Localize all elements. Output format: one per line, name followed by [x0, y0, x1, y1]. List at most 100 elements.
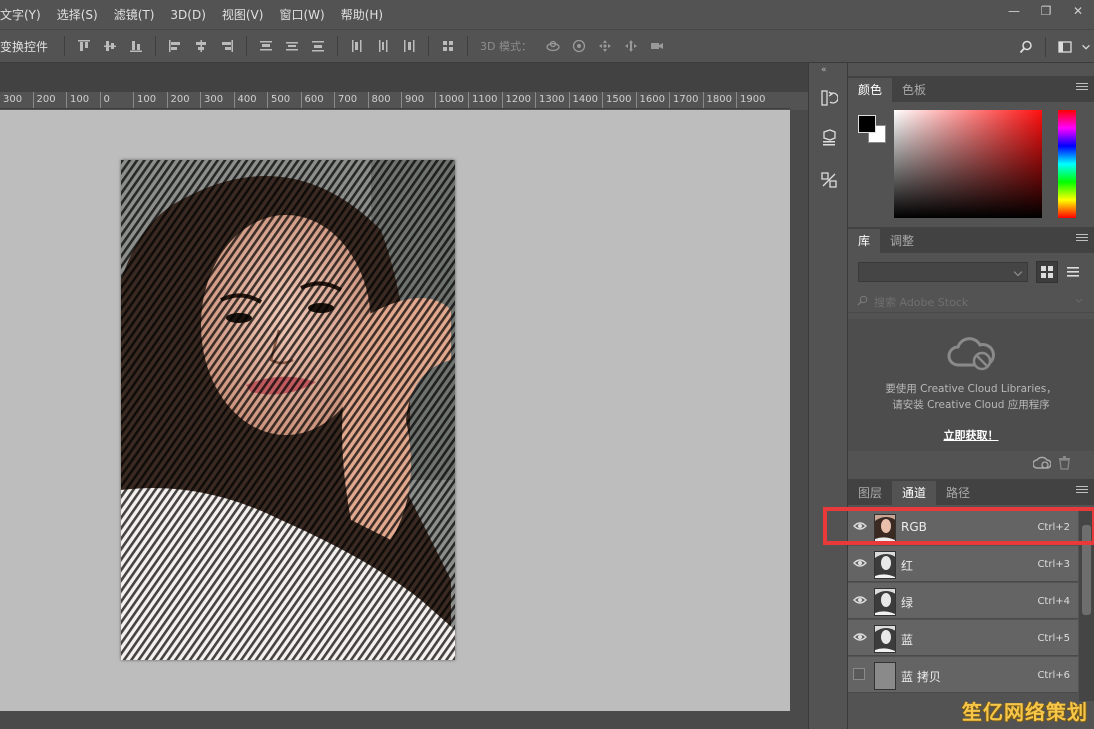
cc-sync-icon[interactable]: [1032, 456, 1052, 473]
search-dropdown-icon[interactable]: [1074, 295, 1084, 309]
tab-channels[interactable]: 通道: [892, 481, 937, 505]
3d-camera-icon[interactable]: [646, 35, 668, 57]
search-icon[interactable]: [1015, 36, 1037, 58]
menu-help[interactable]: 帮助(H): [333, 6, 391, 23]
close-icon[interactable]: ✕: [1062, 0, 1094, 22]
ruler-tick-label: 1300: [539, 94, 565, 105]
ruler-tick: [702, 92, 704, 108]
menu-filter[interactable]: 滤镜(T): [106, 6, 163, 23]
ruler-tick: [32, 92, 34, 108]
properties-icon[interactable]: [817, 168, 841, 192]
workspace-icon[interactable]: [1054, 36, 1076, 58]
tab-swatches[interactable]: 色板: [892, 78, 937, 102]
menu-bar: 文字(Y) 选择(S) 滤镜(T) 3D(D) 视图(V) 窗口(W) 帮助(H…: [0, 0, 1094, 29]
divider: [155, 36, 157, 56]
align-hcenter-icon[interactable]: [190, 35, 212, 57]
ruler-tick-label: 0: [103, 94, 110, 105]
ruler-tick-label: 500: [271, 94, 291, 105]
3d-slide-icon[interactable]: [620, 35, 642, 57]
menu-select[interactable]: 选择(S): [49, 6, 106, 23]
channels-panel-tabs: 图层 通道 路径: [848, 479, 1094, 505]
history-icon[interactable]: [817, 86, 841, 110]
channel-shortcut: Ctrl+3: [1037, 559, 1070, 570]
panel-menu-icon[interactable]: [1076, 484, 1088, 496]
channel-thumbnail: [874, 551, 896, 579]
tab-libraries[interactable]: 库: [848, 229, 881, 253]
align-top-icon[interactable]: [73, 35, 95, 57]
3d-orbit-icon[interactable]: [542, 35, 564, 57]
trash-icon[interactable]: [1058, 456, 1071, 473]
ruler-tick: [200, 92, 201, 108]
align-bottom-icon[interactable]: [125, 35, 147, 57]
list-view-icon[interactable]: [1062, 261, 1084, 283]
channel-row[interactable]: 红 Ctrl+3: [848, 546, 1078, 582]
distribute-hcenter-icon[interactable]: [372, 35, 394, 57]
ruler-tick: [501, 92, 503, 108]
canvas-horizontal-scrollbar[interactable]: [0, 711, 790, 729]
distribute-top-icon[interactable]: [255, 35, 277, 57]
transform-controls-label[interactable]: 变换控件: [0, 38, 48, 55]
library-message-line2: 请安装 Creative Cloud 应用程序: [892, 399, 1050, 411]
auto-align-icon[interactable]: [437, 35, 459, 57]
channel-row[interactable]: 绿 Ctrl+4: [848, 583, 1078, 619]
menu-view[interactable]: 视图(V): [214, 6, 272, 23]
restore-icon[interactable]: ❐: [1030, 0, 1062, 22]
collapse-arrows-icon[interactable]: «: [821, 65, 827, 75]
rgb-channel-highlight: [823, 507, 1094, 545]
eye-icon[interactable]: [852, 555, 868, 571]
3d-roll-icon[interactable]: [568, 35, 590, 57]
visibility-toggle[interactable]: [853, 668, 865, 680]
ruler-tick-label: 100: [70, 94, 90, 105]
document-tab-strip: [0, 63, 808, 92]
get-it-now-link[interactable]: 立即获取！: [848, 427, 1094, 443]
menu-type[interactable]: 文字(Y): [0, 6, 49, 23]
channel-name: 绿: [901, 596, 914, 610]
align-left-icon[interactable]: [164, 35, 186, 57]
align-vcenter-icon[interactable]: [99, 35, 121, 57]
menu-window[interactable]: 窗口(W): [271, 6, 332, 23]
ruler-tick: [267, 92, 268, 108]
divider: [428, 36, 430, 56]
library-message-line1: 要使用 Creative Cloud Libraries，: [885, 383, 1057, 395]
distribute-right-icon[interactable]: [398, 35, 420, 57]
stock-search-input[interactable]: [874, 293, 1064, 311]
distribute-vcenter-icon[interactable]: [281, 35, 303, 57]
color-hue-slider[interactable]: [1058, 110, 1076, 218]
library-select-dropdown[interactable]: [858, 262, 1028, 282]
color-saturation-field[interactable]: [894, 110, 1042, 218]
minimize-icon[interactable]: —: [998, 0, 1030, 22]
canvas-vertical-scrollbar[interactable]: [790, 110, 808, 729]
ruler-tick-label: 1400: [572, 94, 598, 105]
menu-3d[interactable]: 3D(D): [162, 8, 213, 22]
tab-paths[interactable]: 路径: [936, 481, 981, 505]
tab-color[interactable]: 颜色: [848, 78, 893, 102]
ruler-tick: [334, 92, 335, 108]
channel-row[interactable]: 蓝 Ctrl+5: [848, 620, 1078, 656]
eye-icon[interactable]: [852, 592, 868, 608]
channel-shortcut: Ctrl+6: [1037, 670, 1070, 681]
foreground-color-swatch[interactable]: [858, 115, 876, 133]
ruler-tick: [300, 92, 302, 108]
workspace-dropdown-icon[interactable]: [1080, 36, 1092, 58]
library-panel-tabs: 库 调整: [848, 227, 1094, 253]
grid-view-icon[interactable]: [1036, 261, 1058, 283]
window-controls: — ❐ ✕: [998, 0, 1094, 22]
align-right-icon[interactable]: [216, 35, 238, 57]
watermark-text: 笙亿网络策划: [962, 700, 1088, 724]
tab-adjustments[interactable]: 调整: [880, 229, 925, 253]
distribute-bottom-icon[interactable]: [307, 35, 329, 57]
ruler-tick-label: 300: [204, 94, 224, 105]
tab-layers[interactable]: 图层: [848, 481, 893, 505]
document-photo[interactable]: [121, 160, 455, 660]
3d-materials-icon[interactable]: [817, 126, 841, 150]
panel-menu-icon[interactable]: [1076, 232, 1088, 244]
ruler-tick-label: 800: [371, 94, 391, 105]
channel-row[interactable]: 蓝 拷贝 Ctrl+6: [848, 657, 1078, 693]
panel-menu-icon[interactable]: [1076, 81, 1088, 93]
library-empty-state: 要使用 Creative Cloud Libraries， 请安装 Creati…: [848, 319, 1094, 451]
eye-icon[interactable]: [852, 629, 868, 645]
distribute-left-icon[interactable]: [346, 35, 368, 57]
channel-thumbnail: [874, 662, 896, 690]
divider: [64, 36, 66, 56]
3d-pan-icon[interactable]: [594, 35, 616, 57]
